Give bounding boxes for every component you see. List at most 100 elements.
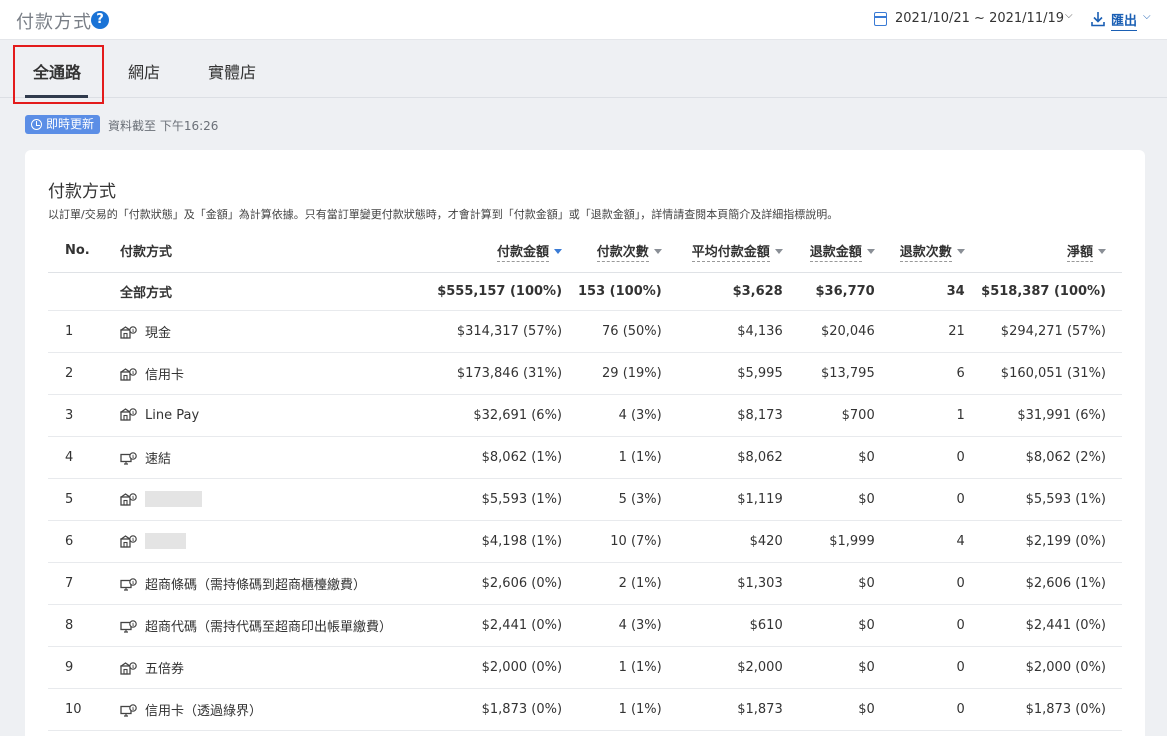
cell-refund-amount: $0 (798, 688, 891, 731)
header-net[interactable]: 淨額 (980, 230, 1122, 273)
table-row: 10 $ 信用卡（透過綠界） $1,873 (0%) 1 (1%) $1,873 $0 0 $1… (48, 688, 1122, 731)
cell-net: $2,606 (1%) (980, 562, 1122, 605)
payment-methods-table: No. 付款方式 付款金額 付款次數 平均付款金額 退款金額 退款次數 淨額 全… (48, 230, 1122, 731)
cell-paid-amount: $2,000 (0%) (408, 646, 579, 689)
svg-text:$: $ (132, 494, 135, 500)
help-icon[interactable]: ? (91, 11, 109, 29)
header-paid-count-label: 付款次數 (596, 245, 649, 263)
cell-avg-amount: $1,303 (677, 562, 799, 605)
cell-refund-amount: $1,999 (798, 520, 891, 563)
cell-avg-amount: $610 (677, 604, 799, 647)
cell-net: $2,199 (0%) (980, 520, 1122, 563)
online-payment-icon: $ (120, 703, 145, 719)
header-paid-amount[interactable]: 付款金額 (408, 230, 579, 273)
sort-caret-icon[interactable] (956, 249, 965, 255)
download-icon[interactable] (1091, 11, 1105, 27)
highlight-annotation-box (13, 45, 104, 104)
date-range-picker[interactable]: 2021/10/21 ~ 2021/11/19 (895, 11, 1064, 26)
svg-text:$: $ (132, 705, 135, 711)
cell-refund-count: 0 (890, 562, 981, 605)
cell-paid-amount: $32,691 (6%) (408, 394, 579, 437)
cell-refund-count: 0 (890, 436, 981, 479)
cell-refund-count: 4 (890, 520, 981, 563)
export-chevron-icon[interactable]: ⌵ (1143, 11, 1151, 22)
cell-paid-count: 1 (1%) (578, 646, 678, 689)
cell-refund-amount: $700 (798, 394, 891, 437)
realtime-update-badge[interactable]: 即時更新 (25, 115, 100, 134)
cell-net: $5,593 (1%) (980, 478, 1122, 521)
table-row: 5 $ $5,593 (1%) 5 (3%) $1,119 $0 0 $5,593 (1%) (48, 478, 1122, 521)
svg-text:$: $ (132, 327, 135, 333)
cell-avg-amount: $420 (677, 520, 799, 563)
cell-paid-count: 1 (1%) (578, 436, 678, 479)
method-name: 現金 (145, 325, 172, 341)
table-row: 4 $ 速結 $8,062 (1%) 1 (1%) $8,062 $0 0 $8,062 (2%… (48, 436, 1122, 479)
header-refund-count[interactable]: 退款次數 (890, 230, 981, 273)
tab-online-store[interactable]: 網店 (128, 59, 160, 83)
online-payment-icon: $ (120, 451, 145, 467)
sort-caret-icon[interactable] (774, 249, 783, 255)
cell-no: 7 (48, 562, 120, 605)
cell-net: $31,991 (6%) (980, 394, 1122, 437)
realtime-badge-label: 即時更新 (46, 117, 95, 131)
cell-paid-amount: $314,317 (57%) (408, 310, 579, 353)
store-payment-icon: $ (120, 534, 145, 550)
header-avg-amount[interactable]: 平均付款金額 (677, 230, 799, 273)
cell-method: $ (120, 478, 409, 521)
store-payment-icon: $ (120, 367, 145, 383)
calendar-icon[interactable] (874, 12, 887, 26)
cell-no: 1 (48, 310, 120, 353)
page-title: 付款方式 (16, 12, 92, 33)
online-payment-icon: $ (120, 577, 145, 593)
export-button[interactable]: 匯出 (1111, 10, 1138, 31)
cell-no: 6 (48, 520, 120, 563)
cell-method: 全部方式 (120, 272, 409, 311)
header-refund-amount-label: 退款金額 (809, 245, 862, 263)
cell-paid-amount: $5,593 (1%) (408, 478, 579, 521)
cell-no (48, 272, 120, 311)
table-row: 3 $ Line Pay $32,691 (6%) 4 (3%) $8,173 $700 1 $… (48, 394, 1122, 437)
tab-physical-store[interactable]: 實體店 (208, 59, 256, 83)
cell-net: $8,062 (2%) (980, 436, 1122, 479)
cell-paid-amount: $2,441 (0%) (408, 604, 579, 647)
method-name: 信用卡（透過綠界） (145, 703, 263, 719)
cell-method: $ 信用卡（透過綠界） (120, 688, 409, 731)
cell-avg-amount: $1,873 (677, 688, 799, 731)
cell-paid-amount: $1,873 (0%) (408, 688, 579, 731)
cell-method: $ 超商條碼（需持條碼到超商櫃檯繳費） (120, 562, 409, 605)
data-updated-time: 資料截至 下午16:26 (108, 119, 219, 133)
cell-paid-count: 76 (50%) (578, 310, 678, 353)
chevron-down-icon[interactable]: ⌵ (1065, 10, 1073, 21)
cell-net: $1,873 (0%) (980, 688, 1122, 731)
method-name: 超商條碼（需持條碼到超商櫃檯繳費） (145, 577, 367, 593)
redacted-method-name (145, 490, 202, 507)
cell-refund-amount: $0 (798, 646, 891, 689)
svg-text:$: $ (132, 579, 135, 585)
cell-avg-amount: $5,995 (677, 352, 799, 395)
header-refund-amount[interactable]: 退款金額 (798, 230, 891, 273)
cell-paid-count: 1 (1%) (578, 688, 678, 731)
cell-paid-amount: $8,062 (1%) (408, 436, 579, 479)
svg-text:$: $ (132, 453, 135, 459)
cell-avg-amount: $4,136 (677, 310, 799, 353)
header-avg-amount-label: 平均付款金額 (691, 245, 770, 263)
top-header: 付款方式 ? 2021/10/21 ~ 2021/11/19 ⌵ 匯出 ⌵ (0, 0, 1167, 40)
cell-avg-amount: $1,119 (677, 478, 799, 521)
cell-no: 4 (48, 436, 120, 479)
card-title: 付款方式 (48, 182, 116, 202)
sort-caret-icon[interactable] (866, 249, 875, 255)
sort-caret-icon[interactable] (554, 249, 563, 255)
sort-caret-icon[interactable] (653, 249, 662, 255)
cell-method: $ 現金 (120, 310, 409, 353)
cell-net: $2,000 (0%) (980, 646, 1122, 689)
cell-method: $ 速結 (120, 436, 409, 479)
sort-caret-icon[interactable] (1098, 249, 1106, 255)
cell-no: 8 (48, 604, 120, 647)
svg-text:$: $ (132, 369, 135, 375)
cell-method: $ 五倍券 (120, 646, 409, 689)
header-paid-count[interactable]: 付款次數 (578, 230, 678, 273)
cell-refund-count: 6 (890, 352, 981, 395)
cell-refund-amount: $0 (798, 478, 891, 521)
cell-net: $294,271 (57%) (980, 310, 1122, 353)
method-name: 速結 (145, 451, 172, 467)
